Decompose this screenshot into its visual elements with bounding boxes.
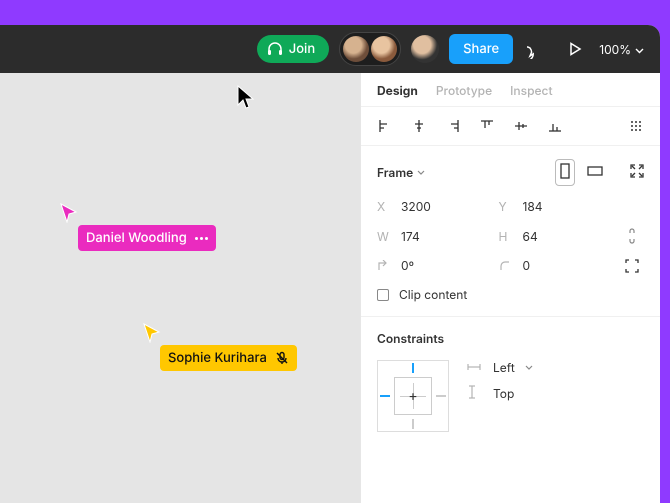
independent-corners-icon[interactable] bbox=[620, 259, 644, 273]
section-title: Frame bbox=[377, 165, 413, 180]
present-icon[interactable] bbox=[561, 35, 589, 63]
x-field[interactable]: X3200 bbox=[377, 199, 499, 214]
join-button-label: Join bbox=[289, 41, 315, 57]
rotation-field[interactable]: 0º bbox=[377, 258, 499, 273]
vertical-constraint-select[interactable]: Top bbox=[467, 385, 533, 402]
align-hcenter-icon[interactable] bbox=[411, 119, 427, 133]
mouse-cursor bbox=[237, 85, 257, 115]
avatar bbox=[343, 36, 369, 62]
collaborator-name: Sophie Kurihara bbox=[168, 350, 267, 366]
current-user-avatar[interactable] bbox=[411, 35, 439, 63]
collaborator-name: Daniel Woodling bbox=[86, 230, 187, 246]
clip-content-label: Clip content bbox=[399, 287, 467, 302]
tab-prototype[interactable]: Prototype bbox=[436, 83, 492, 98]
properties-panel: Design Prototype Inspect Frame bbox=[360, 73, 660, 503]
horizontal-icon bbox=[467, 360, 483, 375]
horizontal-constraint-select[interactable]: Left bbox=[467, 360, 533, 375]
align-vcenter-icon[interactable] bbox=[513, 119, 529, 133]
corner-radius-icon bbox=[499, 260, 513, 272]
app-window: Join Share 100% bbox=[0, 25, 660, 503]
comments-icon[interactable] bbox=[523, 35, 551, 63]
section-title: Constraints bbox=[377, 331, 644, 346]
collaborator-cursor bbox=[143, 323, 161, 347]
checkbox-icon bbox=[377, 289, 389, 301]
orientation-portrait[interactable] bbox=[556, 160, 574, 185]
frame-section: Frame bbox=[361, 146, 660, 317]
align-left-icon[interactable] bbox=[377, 119, 393, 133]
collaborator-cursor bbox=[60, 203, 78, 227]
vertical-icon bbox=[467, 385, 483, 402]
plus-icon: + bbox=[408, 388, 417, 405]
more-icon bbox=[195, 237, 208, 240]
align-right-icon[interactable] bbox=[445, 119, 461, 133]
align-top-icon[interactable] bbox=[479, 119, 495, 133]
orientation-landscape[interactable] bbox=[584, 162, 606, 183]
canvas[interactable]: Daniel Woodling Sophie Kurihara bbox=[0, 73, 360, 503]
frame-dropdown[interactable]: Frame bbox=[377, 165, 425, 180]
constraints-section: Constraints + bbox=[361, 317, 660, 446]
clip-content-toggle[interactable]: Clip content bbox=[377, 287, 644, 302]
zoom-dropdown[interactable]: 100% bbox=[599, 42, 644, 57]
resize-to-fit-icon[interactable] bbox=[630, 164, 644, 181]
corner-radius-field[interactable]: 0 bbox=[499, 258, 621, 273]
tab-design[interactable]: Design bbox=[377, 83, 418, 98]
headset-icon bbox=[267, 42, 283, 56]
chevron-down-icon bbox=[635, 42, 644, 57]
y-field[interactable]: Y184 bbox=[499, 199, 621, 214]
toolbar: Join Share 100% bbox=[0, 25, 660, 73]
collaborator-label[interactable]: Daniel Woodling bbox=[78, 225, 216, 251]
share-button-label: Share bbox=[463, 41, 499, 57]
avatar-group[interactable] bbox=[339, 32, 401, 66]
constrain-proportions-icon[interactable] bbox=[620, 228, 644, 244]
height-field[interactable]: H64 bbox=[499, 229, 621, 244]
width-field[interactable]: W174 bbox=[377, 229, 499, 244]
avatar bbox=[371, 36, 397, 62]
align-bottom-icon[interactable] bbox=[547, 119, 563, 133]
constraints-diagram[interactable]: + bbox=[377, 360, 449, 432]
mic-muted-icon bbox=[275, 351, 289, 365]
alignment-row bbox=[361, 107, 660, 146]
share-button[interactable]: Share bbox=[449, 34, 513, 64]
tidy-icon[interactable] bbox=[628, 119, 644, 133]
panel-tabs: Design Prototype Inspect bbox=[361, 73, 660, 107]
join-audio-button[interactable]: Join bbox=[257, 35, 329, 63]
zoom-label: 100% bbox=[599, 42, 631, 57]
rotation-icon bbox=[377, 260, 391, 272]
tab-inspect[interactable]: Inspect bbox=[510, 83, 552, 98]
collaborator-label[interactable]: Sophie Kurihara bbox=[160, 345, 297, 371]
